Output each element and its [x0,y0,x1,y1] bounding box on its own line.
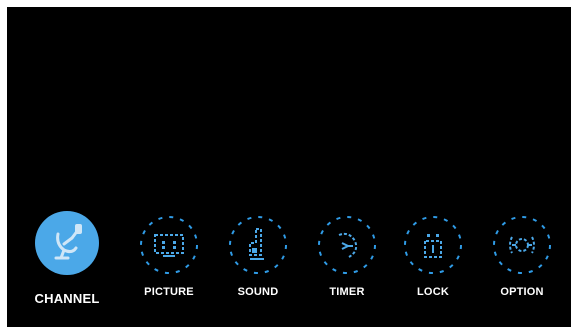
speaker-icon [228,215,288,275]
menu-item-picture[interactable]: PICTURE [124,215,214,315]
menu-item-timer[interactable]: TIMER [302,215,392,315]
satellite-dish-icon [34,210,100,276]
option-gear-icon [492,215,552,275]
menu-label-picture: PICTURE [144,286,194,298]
menu-label-channel: CHANNEL [34,291,100,306]
lock-icon [403,215,463,275]
menu-label-timer: TIMER [329,286,365,298]
tv-screen: CHANNEL PICTURE SOUND TIMER LOCK OPTION [7,7,571,327]
menu-item-lock[interactable]: LOCK [388,215,478,315]
menu-label-sound: SOUND [237,286,279,298]
menu-label-lock: LOCK [417,286,449,298]
menu-item-option[interactable]: OPTION [477,215,567,315]
picture-screen-icon [139,215,199,275]
menu-item-channel[interactable]: CHANNEL [21,211,111,315]
menu-label-option: OPTION [500,286,544,298]
menu-item-sound[interactable]: SOUND [213,215,303,315]
main-menu-bar: CHANNEL PICTURE SOUND TIMER LOCK OPTION [7,211,571,315]
timer-icon [317,215,377,275]
